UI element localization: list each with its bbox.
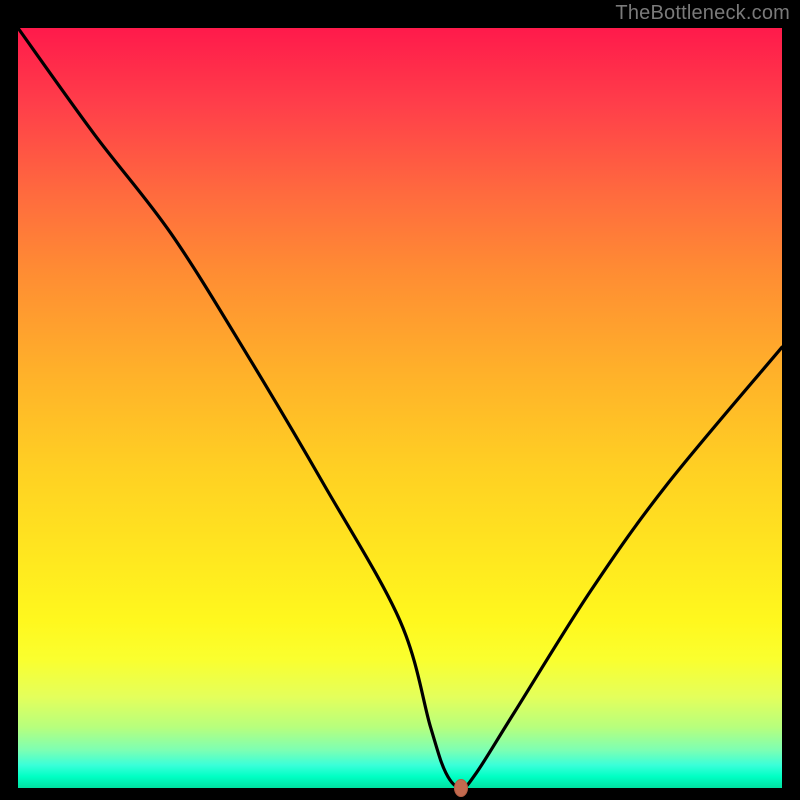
optimal-point-marker: [454, 779, 468, 797]
bottleneck-curve-path: [18, 28, 782, 788]
chart-container: TheBottleneck.com: [0, 0, 800, 800]
watermark-text: TheBottleneck.com: [615, 2, 790, 25]
plot-area: [18, 28, 782, 788]
chart-svg: [18, 28, 782, 788]
